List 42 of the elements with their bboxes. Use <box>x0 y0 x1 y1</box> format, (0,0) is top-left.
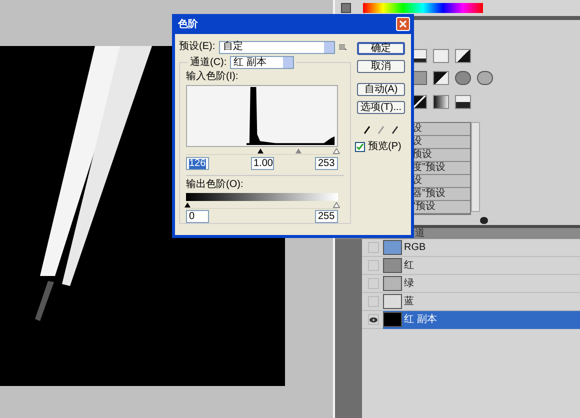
output-level-field[interactable]: 255 <box>315 210 338 223</box>
diagonal-split-icon[interactable] <box>433 71 449 85</box>
output-level-field[interactable]: 0 <box>186 210 209 223</box>
input-level-field[interactable]: 1.00 <box>250 157 274 170</box>
output-levels-label: 输出色阶(O): <box>186 180 244 190</box>
visibility-toggle[interactable] <box>368 242 379 253</box>
channel-row[interactable]: 红 副本 <box>383 310 580 328</box>
dialog-button[interactable]: 取消 <box>357 60 405 73</box>
gradient-map-icon[interactable] <box>433 95 449 109</box>
slider-track[interactable] <box>186 148 338 155</box>
preset-label: 预设(E): <box>179 42 216 52</box>
channel-row[interactable]: 绿 <box>383 274 580 292</box>
channel-row[interactable]: RGB <box>383 238 580 256</box>
dialog-button[interactable]: 选项(T)... <box>357 101 405 114</box>
input-level-field[interactable]: 253 <box>315 157 338 170</box>
input-level-field[interactable]: 126 <box>186 157 209 170</box>
input-levels-label: 输入色阶(I): <box>186 72 240 82</box>
preview-label: 预览(P) <box>368 142 402 152</box>
close-button[interactable] <box>396 17 410 31</box>
channel-row[interactable]: 红 <box>383 256 580 274</box>
dialog-title: 色阶 <box>178 18 198 32</box>
slider-thumb[interactable] <box>332 148 340 154</box>
dialog-button[interactable]: 自动(A) <box>357 83 405 96</box>
panel-tab[interactable]: 道 <box>415 228 425 238</box>
slider-thumb[interactable] <box>332 202 340 208</box>
slider-track[interactable] <box>186 202 338 209</box>
channel-label: 通道(C): <box>190 58 227 68</box>
close-icon <box>399 20 407 28</box>
checkbox[interactable] <box>355 142 365 152</box>
scrollbar[interactable] <box>471 122 480 212</box>
channel-dropdown[interactable]: 红 副本 <box>230 56 294 69</box>
preset-dropdown[interactable]: 自定 <box>219 40 336 54</box>
dialog-button[interactable]: 确定 <box>357 42 405 55</box>
visibility-toggle[interactable] <box>368 296 379 307</box>
eye-icon[interactable] <box>368 314 379 325</box>
panel-button-icon[interactable] <box>480 217 488 224</box>
color-spectrum-bar[interactable] <box>363 3 483 13</box>
visibility-toggle[interactable] <box>368 278 379 289</box>
preset-menu-icon[interactable] <box>339 44 348 50</box>
visibility-toggle[interactable] <box>368 260 379 271</box>
channel-row[interactable]: 蓝 <box>383 292 580 310</box>
slider-thumb[interactable] <box>184 202 192 208</box>
